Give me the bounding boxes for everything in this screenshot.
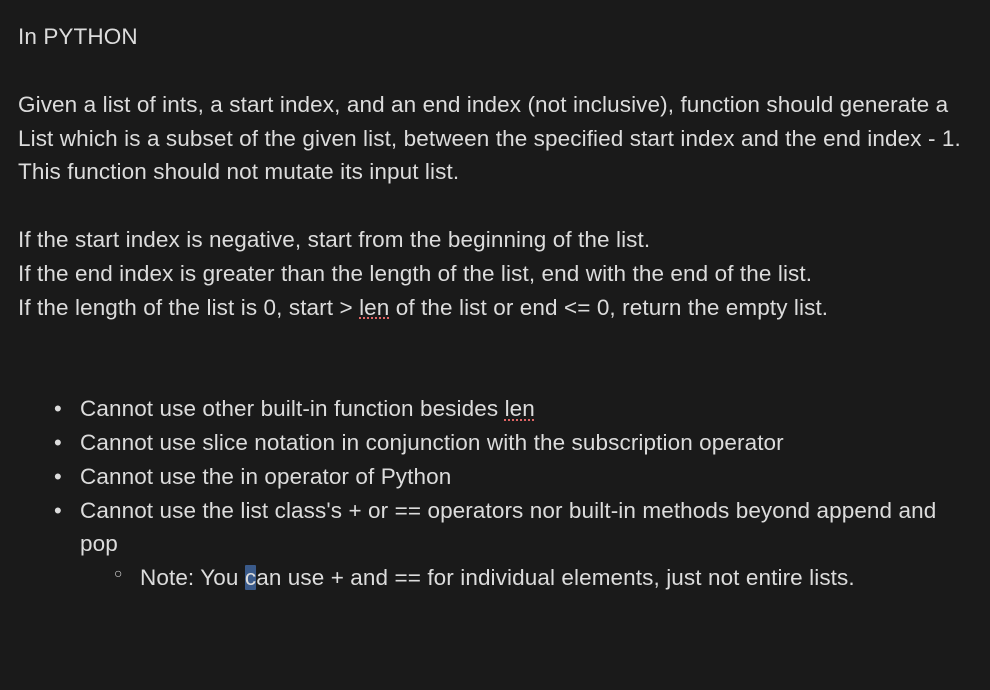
sub-list: Note: You can use + and == for individua… [80, 561, 972, 595]
bullet-2: Cannot use slice notation in conjunction… [60, 426, 972, 460]
paragraph-2: If the start index is negative, start fr… [18, 223, 972, 324]
bullet-1-pre: Cannot use other built-in function besid… [80, 396, 505, 421]
text-selection: c [245, 565, 256, 590]
spell-error-len-2: len [505, 396, 535, 421]
para2-line3-pre: If the length of the list is 0, start > [18, 295, 359, 320]
sub-pre: Note: You [140, 565, 245, 590]
bullet-3: Cannot use the in operator of Python [60, 460, 972, 494]
bullet-4: Cannot use the list class's + or == oper… [60, 494, 972, 595]
sub-bullet-1: Note: You can use + and == for individua… [120, 561, 972, 595]
para2-line1: If the start index is negative, start fr… [18, 223, 972, 257]
paragraph-1: Given a list of ints, a start index, and… [18, 88, 972, 189]
constraints-list: Cannot use other built-in function besid… [18, 392, 972, 595]
spell-error-len-1: len [359, 295, 389, 320]
bullet-4-text: Cannot use the list class's + or == oper… [80, 498, 936, 557]
para2-line2: If the end index is greater than the len… [18, 257, 972, 291]
bullet-1: Cannot use other built-in function besid… [60, 392, 972, 426]
sub-post: an use + and == for individual elements,… [256, 565, 855, 590]
para2-line3-post: of the list or end <= 0, return the empt… [389, 295, 828, 320]
para2-line3: If the length of the list is 0, start > … [18, 291, 972, 325]
heading: In PYTHON [18, 20, 972, 54]
